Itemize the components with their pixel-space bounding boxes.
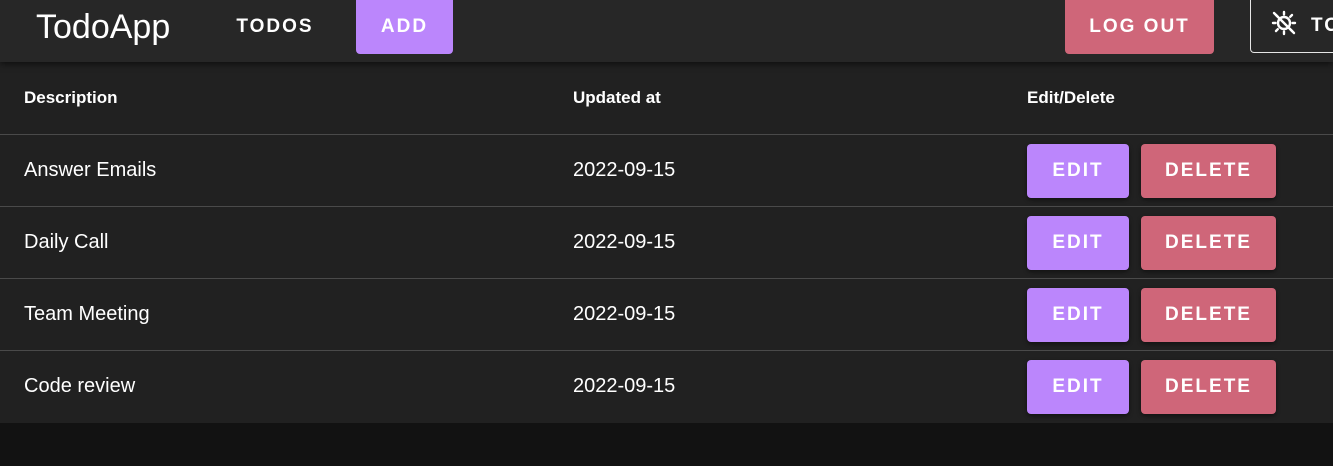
todo-updated-at: 2022-09-15: [573, 231, 676, 253]
column-header-edit-delete: Edit/Delete: [1027, 88, 1115, 107]
column-header-updated-at: Updated at: [573, 88, 661, 107]
todos-nav-link[interactable]: TODOS: [222, 0, 328, 54]
table-row: Team Meeting 2022-09-15 EDIT DELETE: [0, 279, 1333, 351]
edit-button[interactable]: EDIT: [1027, 288, 1129, 342]
delete-button[interactable]: DELETE: [1141, 288, 1276, 342]
logout-button[interactable]: LOG OUT: [1065, 0, 1214, 54]
todo-updated-at: 2022-09-15: [573, 375, 676, 397]
todo-table: Description Updated at Edit/Delete Answe…: [0, 62, 1333, 423]
theme-toggle-label: TO: [1311, 15, 1333, 36]
todo-description: Team Meeting: [24, 303, 150, 325]
delete-button[interactable]: DELETE: [1141, 144, 1276, 198]
todo-description: Code review: [24, 375, 136, 397]
edit-button[interactable]: EDIT: [1027, 360, 1129, 414]
table-row: Daily Call 2022-09-15 EDIT DELETE: [0, 207, 1333, 279]
table-header-row: Description Updated at Edit/Delete: [0, 62, 1333, 135]
theme-toggle-icon: [1271, 10, 1297, 42]
app-bar: TodoApp TODOS ADD LOG OUT TO: [0, 0, 1333, 62]
todo-description: Daily Call: [24, 231, 109, 253]
todo-description: Answer Emails: [24, 159, 157, 181]
edit-button[interactable]: EDIT: [1027, 144, 1129, 198]
column-header-description: Description: [24, 88, 118, 107]
table-row: Answer Emails 2022-09-15 EDIT DELETE: [0, 135, 1333, 207]
edit-button[interactable]: EDIT: [1027, 216, 1129, 270]
table-row: Code review 2022-09-15 EDIT DELETE: [0, 351, 1333, 423]
delete-button[interactable]: DELETE: [1141, 216, 1276, 270]
app-title: TodoApp: [36, 8, 171, 46]
add-todo-button[interactable]: ADD: [356, 0, 453, 54]
theme-toggle-button[interactable]: TO: [1250, 0, 1333, 53]
delete-button[interactable]: DELETE: [1141, 360, 1276, 414]
todo-updated-at: 2022-09-15: [573, 159, 676, 181]
todo-updated-at: 2022-09-15: [573, 303, 676, 325]
